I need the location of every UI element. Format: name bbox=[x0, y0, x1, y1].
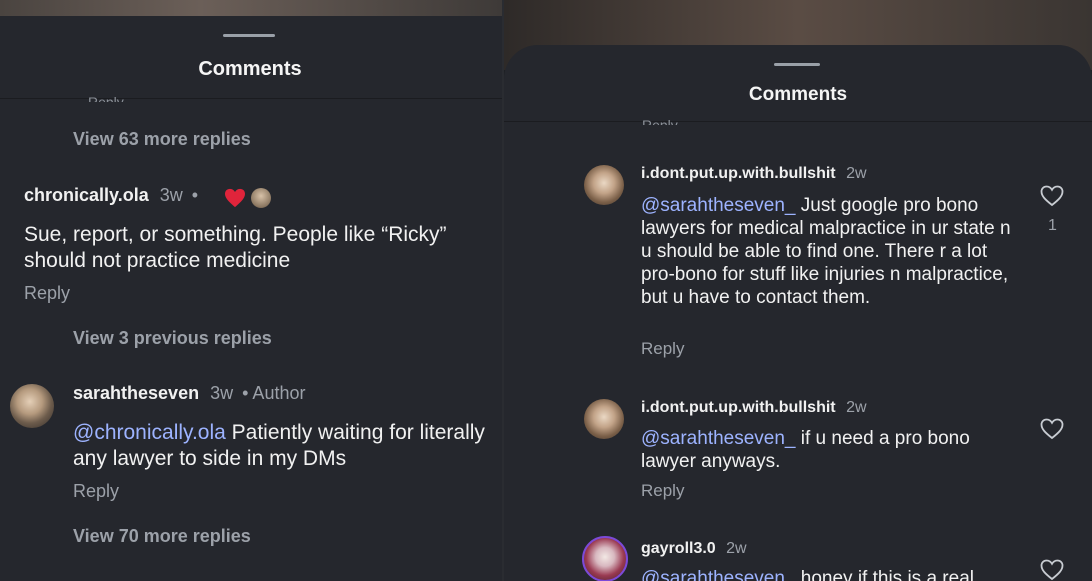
comment-text: @sarahtheseven_ Just google pro bono law… bbox=[641, 194, 1026, 309]
reply-button[interactable]: Reply bbox=[24, 283, 70, 304]
username-text[interactable]: i.dont.put.up.with.bullshit bbox=[641, 399, 836, 416]
author-badge: • Author bbox=[242, 383, 306, 403]
comment-body: honey if this is a real bbox=[795, 568, 974, 581]
comment-text: @sarahtheseven_ if u need a pro bono law… bbox=[641, 427, 1026, 473]
user-avatar[interactable] bbox=[10, 384, 54, 428]
username-text[interactable]: chronically.ola bbox=[24, 185, 149, 205]
comment-username[interactable]: i.dont.put.up.with.bullshit 2w bbox=[641, 165, 867, 183]
username-text[interactable]: sarahtheseven bbox=[73, 383, 199, 403]
comment-time: 2w bbox=[846, 399, 867, 416]
view-previous-replies-button[interactable]: View 3 previous replies bbox=[73, 328, 272, 349]
mention-link[interactable]: @sarahtheseven_ bbox=[641, 195, 796, 216]
view-more-replies-button[interactable]: View 70 more replies bbox=[73, 526, 251, 547]
comment-time: 3w bbox=[210, 383, 234, 403]
view-more-replies-button[interactable]: View 63 more replies bbox=[73, 129, 251, 150]
separator-dot: • bbox=[191, 185, 199, 205]
heart-outline-icon[interactable] bbox=[1040, 185, 1064, 207]
sheet-title: Comments bbox=[748, 84, 848, 105]
comments-sheet: Comments Reply View 63 more replies chro… bbox=[0, 16, 502, 581]
comment-time: 2w bbox=[726, 540, 747, 557]
username-text[interactable]: gayroll3.0 bbox=[641, 540, 716, 557]
mention-link[interactable]: @sarahtheseven_ bbox=[641, 428, 796, 449]
username-text[interactable]: i.dont.put.up.with.bullshit bbox=[641, 165, 836, 182]
comment-text: Sue, report, or something. People like “… bbox=[24, 223, 447, 272]
clipped-reply-link[interactable]: Reply bbox=[642, 117, 678, 125]
heart-outline-icon[interactable] bbox=[1040, 559, 1064, 581]
comments-sheet: Comments Reply i.dont.put.up.with.bullsh… bbox=[504, 45, 1092, 581]
comment-text: @chronically.ola Patiently waiting for l… bbox=[73, 420, 493, 472]
left-comments-panel: Comments Reply View 63 more replies chro… bbox=[0, 0, 502, 581]
right-comments-panel: Comments Reply i.dont.put.up.with.bullsh… bbox=[504, 0, 1092, 581]
heart-outline-icon[interactable] bbox=[1040, 418, 1064, 440]
sheet-title: Comments bbox=[198, 58, 302, 80]
drag-handle[interactable] bbox=[223, 34, 275, 37]
reply-button[interactable]: Reply bbox=[641, 339, 684, 359]
comment-username[interactable]: sarahtheseven 3w • Author bbox=[73, 383, 305, 404]
comment-username[interactable]: chronically.ola 3w • bbox=[24, 185, 198, 206]
header-divider bbox=[0, 98, 502, 99]
reply-button[interactable]: Reply bbox=[73, 481, 119, 502]
clipped-reply-link[interactable]: Reply bbox=[88, 94, 124, 102]
heart-icon bbox=[225, 188, 245, 208]
like-count: 1 bbox=[1048, 217, 1057, 234]
comment-time: 2w bbox=[846, 165, 867, 182]
header-divider bbox=[504, 121, 1092, 122]
user-avatar[interactable] bbox=[582, 536, 628, 581]
comment-username[interactable]: gayroll3.0 2w bbox=[641, 540, 747, 558]
user-avatar[interactable] bbox=[584, 399, 624, 439]
comment-username[interactable]: i.dont.put.up.with.bullshit 2w bbox=[641, 399, 867, 417]
reply-button[interactable]: Reply bbox=[641, 481, 684, 501]
comment-time: 3w bbox=[159, 185, 183, 205]
mention-link[interactable]: @chronically.ola bbox=[73, 421, 226, 444]
creator-avatar-small bbox=[251, 188, 271, 208]
mention-link[interactable]: @sarahtheseven_ bbox=[641, 568, 796, 581]
user-avatar[interactable] bbox=[584, 165, 624, 205]
comment-text: @sarahtheseven_ honey if this is a real bbox=[641, 567, 1041, 581]
video-backdrop bbox=[0, 0, 502, 16]
drag-handle[interactable] bbox=[774, 63, 820, 66]
